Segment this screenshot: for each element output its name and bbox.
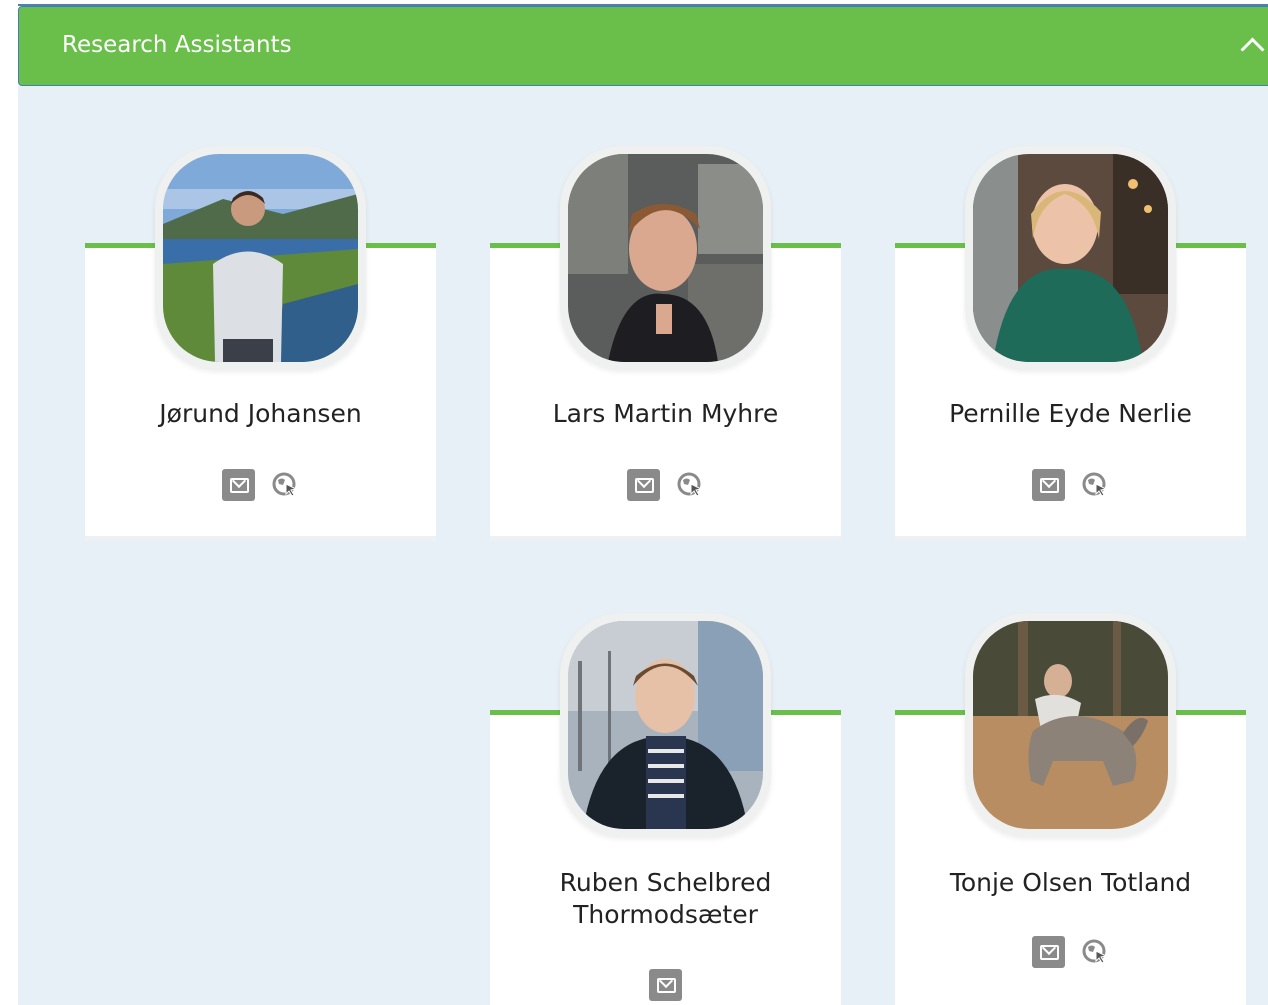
- website-icon[interactable]: [676, 471, 704, 499]
- card-accent-line: [490, 243, 562, 248]
- contact-icons: [895, 936, 1246, 970]
- person-name: Jørund Johansen: [159, 399, 362, 428]
- email-icon[interactable]: [221, 469, 255, 501]
- person-name: Tonje Olsen Totland: [949, 868, 1192, 897]
- website-icon[interactable]: [1081, 938, 1109, 966]
- contact-icons: [85, 469, 436, 503]
- person-card: Pernille Eyde Nerlie: [895, 146, 1246, 536]
- person-card: Tonje Olsen Totland: [895, 613, 1246, 1005]
- panel-header[interactable]: Research Assistants: [18, 6, 1268, 86]
- avatar-frame: [560, 146, 771, 369]
- card-accent-line: [490, 710, 562, 715]
- person-card: Lars Martin Myhre: [490, 146, 841, 536]
- card-accent-line: [769, 243, 841, 248]
- email-icon[interactable]: [1031, 936, 1065, 968]
- person-name-line: Thormodsæter: [573, 900, 758, 929]
- card-accent-line: [85, 243, 157, 248]
- card-accent-line: [1174, 243, 1246, 248]
- card-accent-line: [895, 710, 967, 715]
- avatar-frame: [965, 613, 1176, 836]
- avatar[interactable]: [973, 154, 1168, 362]
- chevron-up-icon[interactable]: [1240, 37, 1265, 62]
- contact-icons: [490, 469, 841, 503]
- panel-title: Research Assistants: [62, 32, 292, 58]
- person-name: Lars Martin Myhre: [552, 399, 779, 428]
- email-icon[interactable]: [649, 969, 682, 1001]
- card-accent-line: [1174, 710, 1246, 715]
- website-icon[interactable]: [1081, 471, 1109, 499]
- avatar[interactable]: [568, 621, 763, 829]
- avatar-frame: [155, 146, 366, 369]
- person-name: Pernille Eyde Nerlie: [949, 399, 1192, 428]
- email-icon[interactable]: [1031, 469, 1065, 501]
- email-icon[interactable]: [626, 469, 660, 501]
- card-accent-line: [895, 243, 967, 248]
- card-accent-line: [769, 710, 841, 715]
- person-card: Ruben Schelbred Thormodsæter: [490, 613, 841, 1005]
- contact-icons: [895, 469, 1246, 503]
- avatar[interactable]: [973, 621, 1168, 829]
- person-card: Jørund Johansen: [85, 146, 436, 536]
- avatar[interactable]: [568, 154, 763, 362]
- avatar-frame: [560, 613, 771, 836]
- contact-icons: [490, 969, 841, 1003]
- avatar-frame: [965, 146, 1176, 369]
- avatar[interactable]: [163, 154, 358, 362]
- person-name-line: Ruben Schelbred: [559, 868, 772, 897]
- card-accent-line: [364, 243, 436, 248]
- website-icon[interactable]: [271, 471, 299, 499]
